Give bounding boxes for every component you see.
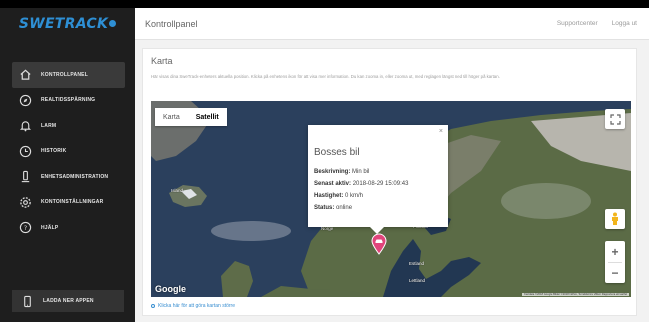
sidebar-item-label: HISTORIK xyxy=(41,148,67,155)
sidebar-item-label: ENHETSADMINISTRATION xyxy=(41,173,109,180)
logo-text: SWETRACK xyxy=(18,16,109,32)
sidebar-item-enhetsadministration[interactable]: ENHETSADMINISTRATION xyxy=(12,164,125,190)
sidebar: SWETRACK KONTROLLPANEL REALTIDSSPÅRNING … xyxy=(0,8,135,322)
street-view-pegman[interactable] xyxy=(605,209,625,229)
sidebar-item-kontoinstallningar[interactable]: KONTOINSTÄLLNINGAR xyxy=(12,190,125,216)
vehicle-marker[interactable] xyxy=(371,233,387,255)
sidebar-item-larm[interactable]: LARM xyxy=(12,113,125,139)
tracker-icon xyxy=(18,170,32,184)
logout-link[interactable]: Logga ut xyxy=(612,20,637,27)
device-info-popup: × Bosses bil Beskrivning: Min bil Senast… xyxy=(308,125,448,234)
map-type-control: Karta Satellit xyxy=(155,108,227,126)
sidebar-item-label: REALTIDSSPÅRNING xyxy=(41,97,96,104)
fullscreen-icon xyxy=(609,113,621,125)
popup-row-speed: Hastighet: 0 km/h xyxy=(314,193,363,199)
sidebar-item-label: HJÄLP xyxy=(41,224,59,231)
map-type-karta[interactable]: Karta xyxy=(155,108,188,126)
download-app-label: LADDA NER APPEN xyxy=(43,298,94,304)
download-app-button[interactable]: LADDA NER APPEN xyxy=(12,290,124,312)
info-icon xyxy=(151,303,155,308)
popup-row-last-active: Senast aktiv: 2018-08-29 15:09:43 xyxy=(314,181,408,187)
zoom-out-button[interactable]: − xyxy=(611,263,618,283)
card-title: Karta xyxy=(151,56,173,66)
support-center-link[interactable]: Supportcenter xyxy=(557,20,598,27)
logo[interactable]: SWETRACK xyxy=(0,8,135,40)
popup-row-status: Status: online xyxy=(314,205,352,211)
fullscreen-button[interactable] xyxy=(605,109,625,129)
page-title: Kontrollpanel xyxy=(145,18,198,29)
enlarge-map-label: Klicka här för att göra kartan större xyxy=(158,303,235,309)
map-attribution[interactable]: Kartdata ©2018 Google Bilder ©2018 NASA,… xyxy=(522,293,629,296)
map-view[interactable]: Karta Satellit + − Island Norge Finland xyxy=(151,101,631,297)
top-bar: Kontrollpanel Supportcenter Logga ut xyxy=(135,8,649,40)
sidebar-item-kontrollpanel[interactable]: KONTROLLPANEL xyxy=(12,62,125,88)
logo-dot xyxy=(109,19,117,27)
popup-row-value: online xyxy=(336,205,353,211)
main-content: Kontrollpanel Supportcenter Logga ut Kar… xyxy=(135,8,649,322)
popup-row-value: 0 km/h xyxy=(345,193,364,199)
sidebar-item-realtidssparning[interactable]: REALTIDSSPÅRNING xyxy=(12,88,125,114)
app-frame: SWETRACK KONTROLLPANEL REALTIDSSPÅRNING … xyxy=(0,8,649,322)
zoom-in-button[interactable]: + xyxy=(611,242,618,262)
sidebar-item-label: LARM xyxy=(41,122,57,129)
compass-icon xyxy=(18,93,32,107)
enlarge-map-link[interactable]: Klicka här för att göra kartan större xyxy=(151,303,235,309)
popup-row-value: Min bil xyxy=(352,169,370,175)
car-marker-icon xyxy=(371,233,387,255)
home-icon xyxy=(18,68,32,82)
popup-row-label: Hastighet: xyxy=(314,193,344,199)
popup-row-label: Beskrivning: xyxy=(314,169,351,175)
sidebar-item-label: KONTROLLPANEL xyxy=(41,71,88,78)
popup-row-label: Status: xyxy=(314,205,335,211)
popup-close-button[interactable]: × xyxy=(439,128,443,135)
sidebar-item-hjalp[interactable]: ? HJÄLP xyxy=(12,215,125,241)
help-icon: ? xyxy=(18,221,32,235)
google-logo: Google xyxy=(155,284,186,294)
sidebar-nav: KONTROLLPANEL REALTIDSSPÅRNING LARM HIST… xyxy=(0,62,135,241)
map-type-satellit[interactable]: Satellit xyxy=(188,108,227,126)
zoom-control: + − xyxy=(605,241,625,283)
svg-text:?: ? xyxy=(23,224,26,232)
sidebar-item-label: KONTOINSTÄLLNINGAR xyxy=(41,199,104,206)
card-description: Här visas dina SweTrack-enheters aktuell… xyxy=(151,74,500,79)
place-label-estonia: Estland xyxy=(409,261,425,266)
place-label-latvia: Lettland xyxy=(409,278,426,283)
popup-title: Bosses bil xyxy=(314,147,360,158)
place-label-iceland: Island xyxy=(171,188,184,193)
popup-row-label: Senast aktiv: xyxy=(314,181,352,187)
gear-icon xyxy=(18,195,32,209)
popup-row-description: Beskrivning: Min bil xyxy=(314,169,369,175)
phone-icon xyxy=(20,294,34,308)
popup-row-value: 2018-08-29 15:09:43 xyxy=(352,181,409,187)
bell-icon xyxy=(18,119,32,133)
sidebar-item-historik[interactable]: HISTORIK xyxy=(12,139,125,165)
clock-icon xyxy=(18,144,32,158)
map-card: Karta Här visas dina SweTrack-enheters a… xyxy=(142,48,637,316)
pegman-icon xyxy=(612,212,618,225)
